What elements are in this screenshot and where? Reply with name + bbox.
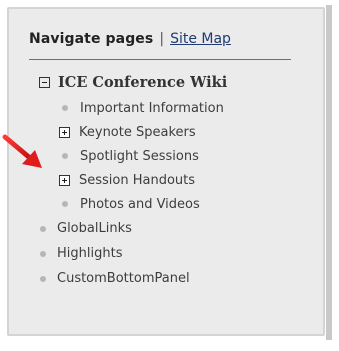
- bullet-icon: [40, 275, 46, 282]
- tree-item-label[interactable]: Keynote Speakers: [79, 125, 196, 140]
- tree-item-label[interactable]: Spotlight Sessions: [80, 149, 199, 164]
- panel-content: Navigate pages | Site Map ICE Conference…: [29, 31, 311, 291]
- panel-header: Navigate pages | Site Map: [29, 31, 291, 60]
- tree-item-label[interactable]: CustomBottomPanel: [57, 271, 190, 286]
- bullet-icon: [62, 201, 68, 207]
- tree-item-label[interactable]: Highlights: [57, 246, 122, 261]
- bullet-icon: [62, 105, 68, 111]
- panel-title: Navigate pages: [29, 31, 154, 47]
- tree-item-label[interactable]: Session Handouts: [79, 173, 195, 188]
- tree-item-label[interactable]: Photos and Videos: [80, 197, 200, 212]
- bullet-icon: [62, 153, 68, 159]
- tree-root-label[interactable]: ICE Conference Wiki: [58, 74, 227, 91]
- tree-item-keynote-speakers[interactable]: Keynote Speakers: [29, 120, 311, 144]
- tree-root-ice-conference-wiki[interactable]: ICE Conference Wiki: [29, 69, 311, 96]
- header-separator: |: [159, 31, 165, 47]
- red-arrow-icon: [2, 134, 42, 168]
- tree-item-label[interactable]: GlobalLinks: [57, 221, 132, 236]
- expand-plus-icon[interactable]: [59, 126, 70, 138]
- page-tree: ICE Conference Wiki Important Informatio…: [29, 69, 311, 291]
- site-map-link[interactable]: Site Map: [170, 31, 231, 47]
- tree-item-highlights[interactable]: Highlights: [29, 241, 311, 266]
- tree-item-photos-and-videos[interactable]: Photos and Videos: [29, 192, 311, 216]
- tree-item-session-handouts[interactable]: Session Handouts: [29, 168, 311, 192]
- tree-item-important-information[interactable]: Important Information: [29, 96, 311, 120]
- collapse-minus-icon[interactable]: [39, 77, 50, 88]
- expand-plus-icon[interactable]: [59, 174, 70, 186]
- tree-item-globallinks[interactable]: GlobalLinks: [29, 216, 311, 241]
- tree-item-spotlight-sessions[interactable]: Spotlight Sessions: [29, 144, 311, 168]
- navigation-panel: Navigate pages | Site Map ICE Conference…: [7, 5, 332, 340]
- tree-item-label[interactable]: Important Information: [80, 101, 224, 116]
- tree-item-custombottompanel[interactable]: CustomBottomPanel: [29, 266, 311, 291]
- canvas: Navigate pages | Site Map ICE Conference…: [0, 0, 339, 351]
- bullet-icon: [40, 225, 46, 232]
- bullet-icon: [40, 250, 46, 257]
